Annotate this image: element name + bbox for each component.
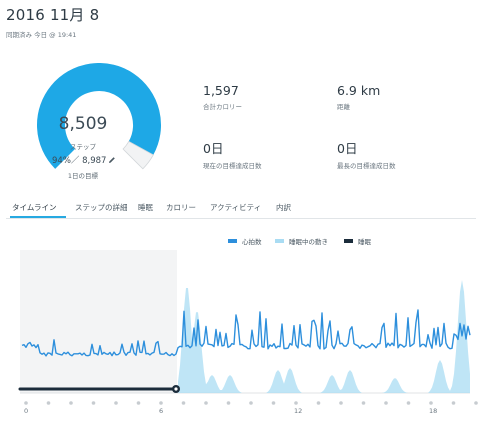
current-streak-label: 現在の目標達成日数	[203, 162, 262, 170]
legend-sleep-label: 睡眠	[358, 238, 371, 246]
tab-calories[interactable]: カロリー	[166, 202, 196, 213]
legend-sleep-movement-label: 睡眠中の動き	[289, 238, 328, 246]
hour-dot	[46, 401, 51, 405]
longest-streak-stat: 0日 最長の目標達成日数	[337, 138, 396, 170]
distance-stat: 6.9 km 距離	[337, 83, 380, 111]
hour-dot	[204, 401, 208, 405]
current-streak-stat: 0日 現在の目標達成日数	[203, 138, 262, 170]
hour-dot	[69, 401, 73, 405]
hour-dots	[24, 401, 478, 405]
calories-stat: 1,597 合計カロリー	[203, 83, 242, 111]
steps-goal-text: 94%／ 8,987	[52, 156, 107, 166]
hour-dot	[226, 401, 231, 405]
hour-dot	[271, 401, 276, 405]
tab-bar: タイムライン ステップの詳細 睡眠 カロリー アクティビティ 内訳	[6, 200, 476, 219]
hour-dot	[361, 401, 366, 405]
sleep-movement-swatch	[275, 239, 284, 243]
pencil-icon[interactable]	[108, 156, 116, 164]
legend-sleep: 睡眠	[344, 236, 371, 246]
past-region-shade	[20, 250, 177, 393]
hour-dot	[451, 401, 456, 405]
calories-value: 1,597	[203, 83, 239, 98]
longest-streak-label: 最長の目標達成日数	[337, 162, 396, 170]
hour-dot	[339, 401, 343, 405]
steps-value: 8,509	[58, 114, 108, 134]
hour-dot	[474, 401, 478, 405]
legend-sleep-movement: 睡眠中の動き	[275, 236, 328, 246]
legend-heart-rate-label: 心拍数	[242, 238, 262, 246]
steps-goal-label: 1日の目標	[67, 172, 99, 180]
calories-label: 合計カロリー	[203, 103, 242, 111]
timeline-chart: 0 6 12 18	[0, 250, 480, 435]
tab-timeline[interactable]: タイムライン	[12, 202, 56, 213]
date-title: 2016 11月 8	[6, 6, 100, 24]
hour-label-6: 6	[159, 407, 164, 415]
current-streak-value: 0日	[203, 141, 224, 156]
hour-dot	[294, 401, 298, 405]
hour-label-0: 0	[24, 407, 29, 415]
hour-dot	[136, 401, 141, 405]
time-scrubber-handle-inner	[174, 387, 178, 391]
hour-dot	[181, 401, 186, 405]
sleep-swatch	[344, 239, 353, 243]
hour-dot	[24, 401, 28, 405]
hour-dot	[384, 401, 388, 405]
longest-streak-value: 0日	[337, 141, 358, 156]
steps-goal: 94%／ 8,987	[52, 154, 116, 166]
hour-dot	[114, 401, 118, 405]
hour-label-18: 18	[429, 407, 438, 415]
distance-label: 距離	[337, 103, 350, 111]
hour-dot	[316, 401, 321, 405]
steps-unit-label: ステップ	[70, 143, 96, 151]
distance-value: 6.9 km	[337, 83, 381, 98]
sync-status: 同期済み 今日 @ 19:41	[6, 31, 77, 39]
hour-dot	[159, 401, 163, 405]
heart-rate-swatch	[228, 239, 237, 243]
tab-activity[interactable]: アクティビティ	[210, 202, 261, 213]
tab-breakdown[interactable]: 内訳	[276, 202, 291, 213]
hour-dot	[429, 401, 433, 405]
hour-dot	[249, 401, 253, 405]
hour-dot	[406, 401, 411, 405]
hour-dot	[91, 401, 96, 405]
active-tab-indicator	[10, 216, 66, 218]
tab-step-details[interactable]: ステップの詳細	[75, 202, 128, 213]
hour-label-12: 12	[294, 407, 303, 415]
tab-sleep[interactable]: 睡眠	[138, 202, 153, 213]
legend-heart-rate: 心拍数	[228, 236, 262, 246]
